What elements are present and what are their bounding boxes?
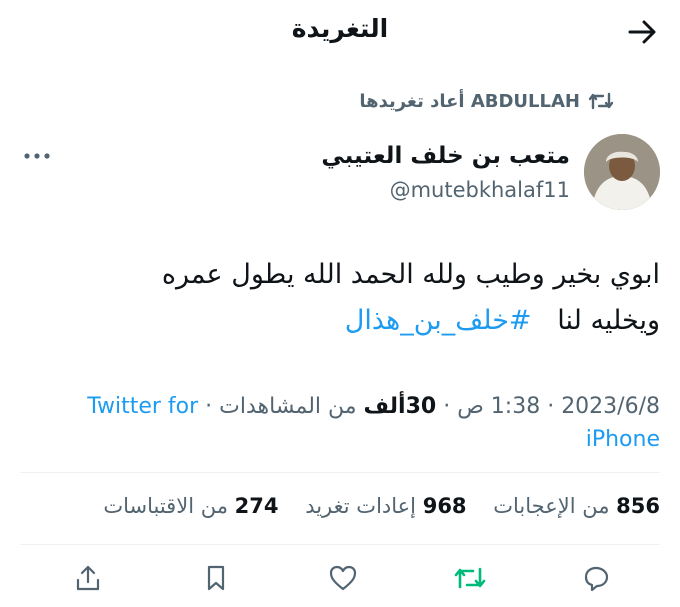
retweet-icon xyxy=(454,567,486,589)
tweet-line-2: ويخليه لنا #خلف_بن_هذال xyxy=(20,298,660,344)
like-button[interactable] xyxy=(321,556,365,600)
retweets-label: إعادات تغريد xyxy=(305,494,417,518)
tweet-line-1: ابوي بخير وطيب ولله الحمد الله يطول عمره xyxy=(161,259,660,290)
meta-separator: · xyxy=(443,394,451,419)
hashtag-link[interactable]: #خلف_بن_هذال xyxy=(345,305,532,336)
divider xyxy=(20,544,660,545)
more-icon xyxy=(24,153,50,159)
views-label: من المشاهدات xyxy=(219,394,357,419)
likes-stat[interactable]: 856 من الإعجابات xyxy=(493,494,660,518)
like-icon xyxy=(329,565,357,591)
likes-label: من الإعجابات xyxy=(493,494,610,518)
meta-separator: · xyxy=(547,394,555,419)
back-button[interactable] xyxy=(620,10,664,54)
retweets-count: 968 xyxy=(422,494,467,518)
quotes-count: 274 xyxy=(234,494,279,518)
reply-icon xyxy=(584,566,609,592)
avatar[interactable] xyxy=(584,134,660,210)
retweet-icon xyxy=(588,92,614,110)
quotes-stat[interactable]: 274 من الاقتباسات xyxy=(103,494,278,518)
quotes-label: من الاقتباسات xyxy=(103,494,228,518)
tweet-line-2-text: ويخليه لنا xyxy=(557,305,660,336)
retweet-context[interactable]: ABDULLAH أعاد تغريدها xyxy=(359,90,614,112)
retweet-context-label: ABDULLAH أعاد تغريدها xyxy=(359,90,580,112)
share-icon xyxy=(76,565,100,591)
tweet-meta: 2023/6/8 · 1:38 ص · 30ألف من المشاهدات ·… xyxy=(20,390,660,456)
retweet-button[interactable] xyxy=(448,556,492,600)
meta-separator: · xyxy=(205,394,213,419)
divider xyxy=(20,472,660,473)
reply-button[interactable] xyxy=(574,556,618,600)
tweet-time: 1:38 ص xyxy=(457,394,541,419)
more-button[interactable] xyxy=(22,148,52,162)
author-display-name[interactable]: متعب بن خلف العتيبي xyxy=(321,143,570,169)
views-count: 30ألف xyxy=(363,394,437,419)
page-title: التغريدة xyxy=(291,14,389,43)
avatar-image xyxy=(584,134,660,210)
tweet-date: 2023/6/8 xyxy=(561,394,660,419)
likes-count: 856 xyxy=(616,494,660,518)
action-bar xyxy=(0,556,680,600)
retweets-stat[interactable]: 968 إعادات تغريد xyxy=(305,494,466,518)
share-button[interactable] xyxy=(66,556,110,600)
tweet-text: ابوي بخير وطيب ولله الحمد الله يطول عمره… xyxy=(20,252,660,344)
bookmark-button[interactable] xyxy=(194,556,238,600)
author-handle[interactable]: @mutebkhalaf11 xyxy=(390,178,570,202)
arrow-right-icon xyxy=(628,20,656,44)
tweet-stats: 856 من الإعجابات 968 إعادات تغريد 274 من… xyxy=(20,494,660,518)
bookmark-icon xyxy=(207,565,225,591)
